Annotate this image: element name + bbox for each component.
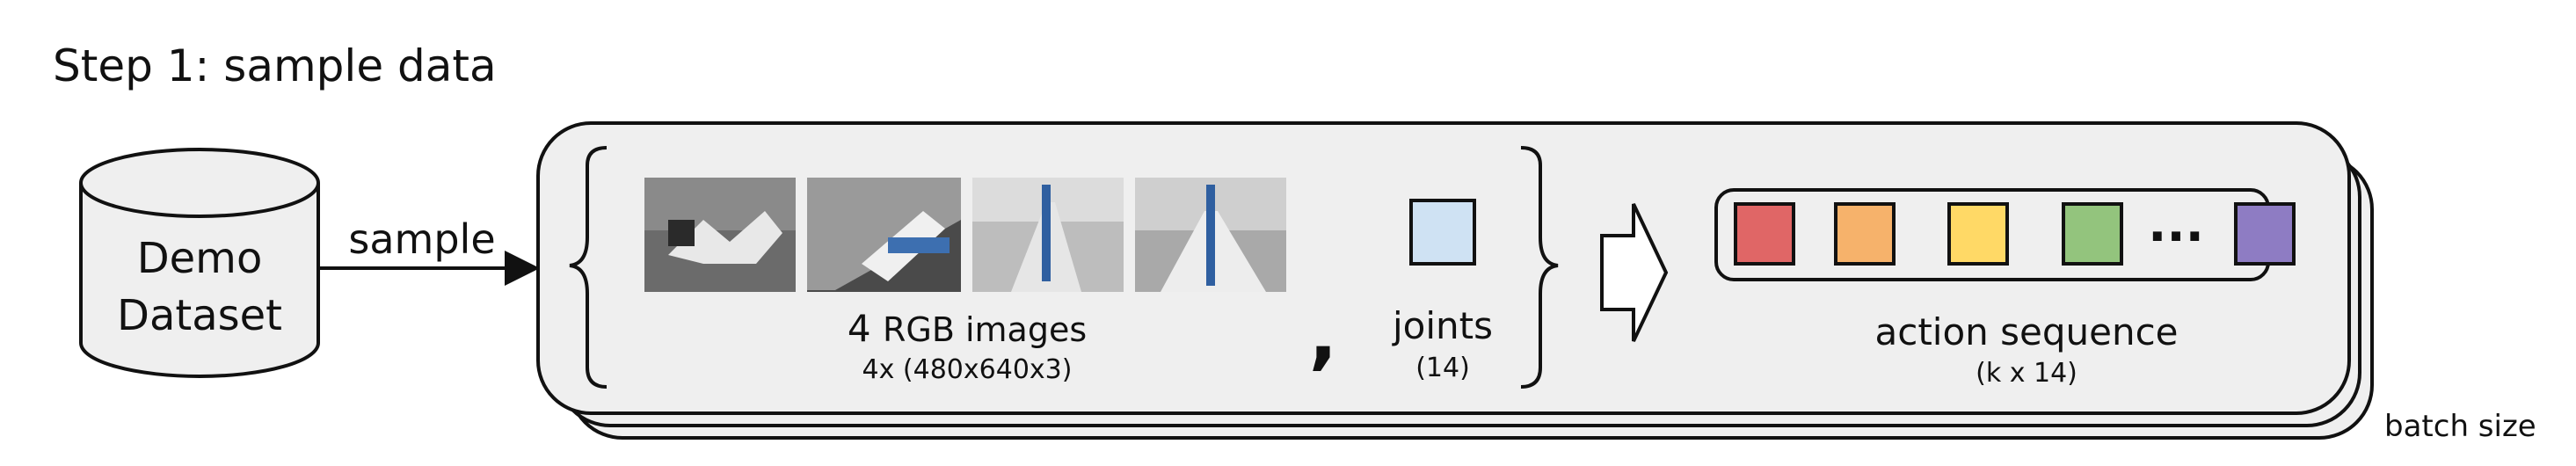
joints-label: joints (1392, 304, 1493, 347)
images-sublabel: 4x (480x640x3) (862, 354, 1073, 385)
joints-box (1409, 199, 1476, 266)
image-thumbnail-2 (807, 178, 961, 292)
action-token-3 (1947, 202, 2009, 266)
joints-sublabel: (14) (1415, 353, 1470, 383)
images-count: 4 (848, 307, 871, 350)
image-thumbnail-3 (972, 178, 1124, 292)
dataset-label-line2: Dataset (117, 291, 282, 340)
action-token-4 (2062, 202, 2123, 266)
action-sequence-label: action sequence (1874, 310, 2178, 353)
image-thumbnail-4 (1135, 178, 1286, 292)
action-token-1 (1734, 202, 1795, 266)
step-title: Step 1: sample data (53, 40, 497, 91)
sample-label: sample (348, 215, 495, 263)
images-label-text: RGB images (883, 310, 1087, 349)
action-ellipsis: ··· (2148, 208, 2204, 266)
action-sequence-sublabel: (k x 14) (1976, 358, 2078, 389)
action-token-5 (2234, 202, 2296, 266)
dataset-label-line1: Demo (137, 234, 263, 283)
image-thumbnail-1 (644, 178, 796, 292)
batch-size-label: batch size (2384, 409, 2536, 444)
images-label: 4 RGB images (848, 307, 1087, 350)
separator-comma: , (1309, 291, 1338, 379)
action-token-2 (1834, 202, 1896, 266)
